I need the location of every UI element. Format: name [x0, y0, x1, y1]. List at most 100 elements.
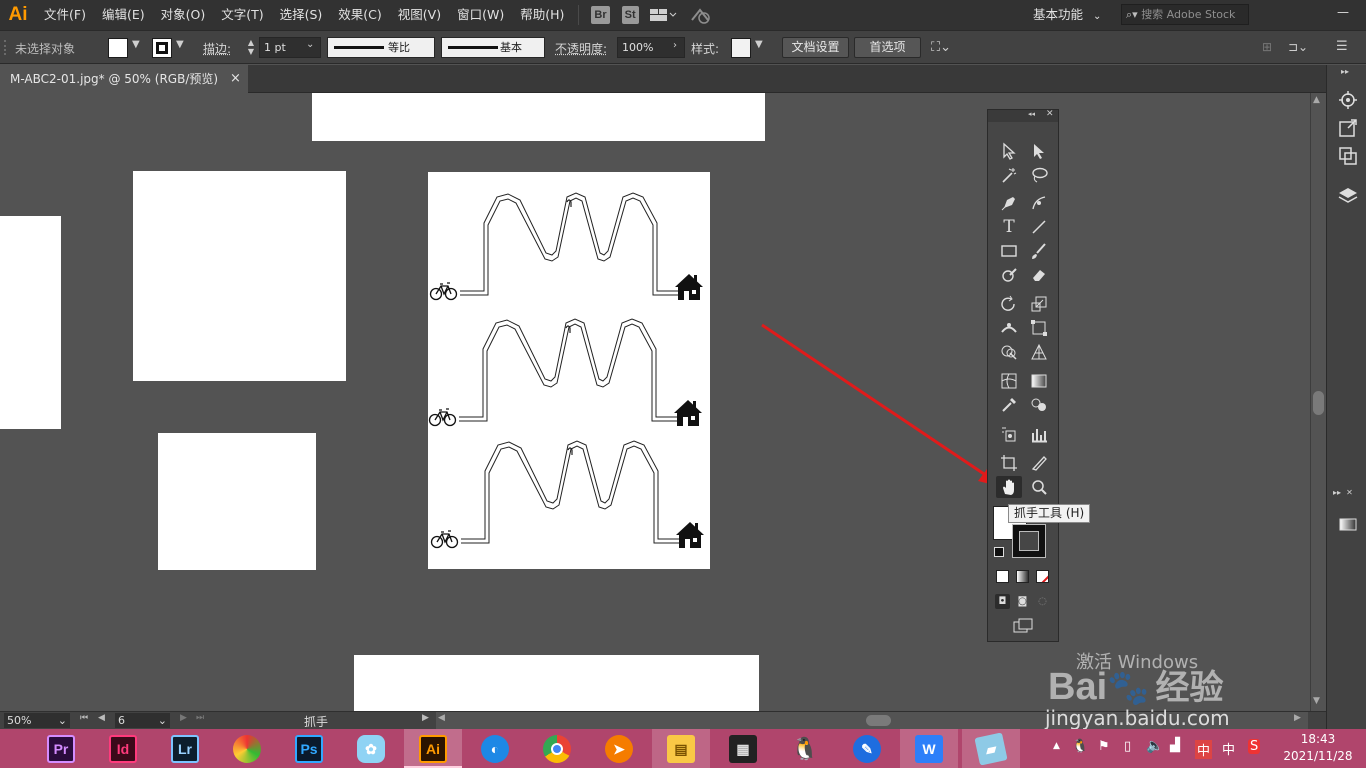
rectangle-tool-icon[interactable] — [996, 240, 1022, 262]
menu-edit[interactable]: 编辑(E) — [94, 0, 153, 30]
indesign-app-icon[interactable]: Id — [106, 732, 140, 766]
opacity-label[interactable]: 不透明度: — [555, 40, 607, 57]
zoom-select[interactable]: 50% ⌄ — [4, 713, 70, 728]
chevron-down-icon[interactable]: ▼ — [755, 39, 763, 50]
orange-app-icon[interactable]: ➤ — [602, 732, 636, 766]
wps-app-icon[interactable]: W — [912, 732, 946, 766]
gpu-performance-icon[interactable] — [689, 6, 713, 24]
scroll-thumb[interactable] — [1313, 391, 1324, 415]
line-segment-tool-icon[interactable] — [1026, 216, 1052, 238]
eraser-tool-icon[interactable] — [1026, 264, 1052, 286]
stock-button[interactable]: St — [621, 6, 639, 24]
first-artboard-icon[interactable]: ⏮ — [80, 713, 88, 723]
scroll-down-icon[interactable]: ▼ — [1313, 696, 1320, 706]
close-icon[interactable]: × — [230, 65, 241, 93]
close-icon[interactable]: ✕ — [1046, 109, 1054, 119]
none-mode-icon[interactable] — [1036, 570, 1049, 583]
eyedropper-tool-icon[interactable] — [996, 394, 1022, 416]
scroll-right-icon[interactable]: ▶ — [1294, 713, 1301, 723]
minimize-button[interactable]: — — [1320, 0, 1366, 30]
lasso-tool-icon[interactable] — [1026, 164, 1052, 186]
colorful-app-icon[interactable] — [230, 732, 264, 766]
battery-icon[interactable]: ▯ — [1124, 739, 1131, 754]
menu-window[interactable]: 窗口(W) — [449, 0, 512, 30]
stroke-stepper[interactable]: ▲ ▼ — [244, 38, 258, 58]
scroll-thumb[interactable] — [866, 715, 891, 726]
shaper-tool-icon[interactable] — [996, 264, 1022, 286]
pin-icon[interactable]: ⛶⌄ — [931, 40, 951, 55]
file-explorer-icon[interactable]: ▤ — [664, 732, 698, 766]
lightroom-app-icon[interactable]: Lr — [168, 732, 202, 766]
width-tool-icon[interactable] — [996, 317, 1022, 339]
dock-collapse-icon[interactable]: ▸▸ — [1341, 67, 1349, 76]
magic-wand-tool-icon[interactable] — [996, 164, 1022, 186]
menu-object[interactable]: 对象(O) — [153, 0, 214, 30]
illustrator-app-icon[interactable]: Ai — [416, 732, 450, 766]
previous-artboard-icon[interactable]: ◀ — [98, 713, 105, 723]
menu-select[interactable]: 选择(S) — [272, 0, 331, 30]
stock-search-field[interactable]: ⌕▾ 搜索 Adobe Stock — [1121, 4, 1249, 25]
column-graph-tool-icon[interactable] — [1026, 423, 1052, 445]
gradient-panel-icon[interactable] — [1337, 513, 1359, 535]
align-icon[interactable]: ⊞ — [1262, 40, 1272, 54]
artboard[interactable] — [0, 216, 61, 429]
notes-app-icon[interactable]: ▰ — [974, 732, 1008, 766]
chevron-right-icon[interactable]: › — [673, 40, 677, 51]
browser-app-icon[interactable]: ◐ — [478, 732, 512, 766]
graphic-style-swatch[interactable] — [731, 38, 751, 58]
chevron-down-icon[interactable]: ▼ — [176, 39, 184, 50]
vertical-scrollbar[interactable]: ▲ ▼ — [1310, 93, 1326, 711]
stroke-swatch[interactable] — [152, 38, 172, 58]
artboard[interactable] — [158, 433, 316, 570]
last-artboard-icon[interactable]: ⏭ — [196, 713, 204, 723]
artboards-panel-icon[interactable] — [1337, 145, 1359, 167]
status-menu-icon[interactable]: ▶ — [422, 713, 429, 723]
chevron-down-icon[interactable]: ▼ — [132, 39, 140, 50]
video-app-icon[interactable]: ▦ — [726, 732, 760, 766]
document-setup-button[interactable]: 文档设置 — [782, 37, 849, 58]
menu-file[interactable]: 文件(F) — [36, 0, 94, 30]
mesh-tool-icon[interactable] — [996, 370, 1022, 392]
paintbrush-tool-icon[interactable] — [1026, 240, 1052, 262]
dock-collapse-icon[interactable]: ▸▸ ✕ — [1333, 488, 1353, 497]
shape-builder-tool-icon[interactable] — [996, 341, 1022, 363]
volume-icon[interactable]: 🔈 — [1146, 738, 1163, 754]
export-panel-icon[interactable] — [1337, 117, 1359, 139]
qq-app-icon[interactable]: 🐧 — [788, 732, 822, 766]
selection-tool-icon[interactable] — [996, 140, 1022, 162]
draw-inside-icon[interactable]: ◌ — [1035, 594, 1050, 609]
blend-tool-icon[interactable] — [1026, 394, 1052, 416]
screen-mode-icon[interactable] — [1012, 618, 1034, 634]
variable-width-profile[interactable]: 等比 — [327, 37, 435, 58]
wifi-icon[interactable]: ▟ — [1170, 738, 1180, 753]
photoshop-app-icon[interactable]: Ps — [292, 732, 326, 766]
panel-menu-icon[interactable]: ☰ — [1336, 39, 1348, 54]
document-tab[interactable]: M-ABC2-01.jpg* @ 50% (RGB/预览) — [0, 65, 248, 93]
fill-color-mode-icon[interactable] — [996, 570, 1009, 583]
ime-indicator[interactable]: 中 — [1195, 740, 1213, 759]
menu-type[interactable]: 文字(T) — [213, 0, 271, 30]
chevron-down-icon[interactable]: ⌄ — [306, 39, 314, 50]
next-artboard-icon[interactable]: ▶ — [180, 713, 187, 723]
stroke-label[interactable]: 描边: — [203, 40, 231, 57]
free-transform-tool-icon[interactable] — [1026, 317, 1052, 339]
artboard[interactable] — [354, 655, 759, 711]
maze-artboard[interactable] — [428, 172, 710, 569]
zoom-tool-icon[interactable] — [1026, 476, 1052, 498]
canvas[interactable] — [0, 93, 1310, 711]
type-tool-icon[interactable]: T — [996, 216, 1022, 238]
scroll-left-icon[interactable]: ◀ — [438, 713, 445, 723]
artboard[interactable] — [133, 171, 346, 381]
arrange-documents-icon[interactable] — [649, 6, 679, 24]
artboard[interactable] — [312, 93, 765, 141]
symbol-sprayer-tool-icon[interactable] — [996, 423, 1022, 445]
draw-behind-icon[interactable]: ◙ — [1015, 594, 1030, 609]
menu-help[interactable]: 帮助(H) — [512, 0, 572, 30]
perspective-grid-tool-icon[interactable] — [1026, 341, 1052, 363]
scale-tool-icon[interactable] — [1026, 293, 1052, 315]
curvature-tool-icon[interactable] — [1026, 192, 1052, 214]
tray-expand-icon[interactable]: ▲ — [1053, 741, 1060, 751]
properties-panel-icon[interactable] — [1337, 89, 1359, 111]
default-colors-icon[interactable] — [994, 547, 1004, 557]
ime-mode-icon[interactable]: 中 — [1222, 739, 1235, 758]
